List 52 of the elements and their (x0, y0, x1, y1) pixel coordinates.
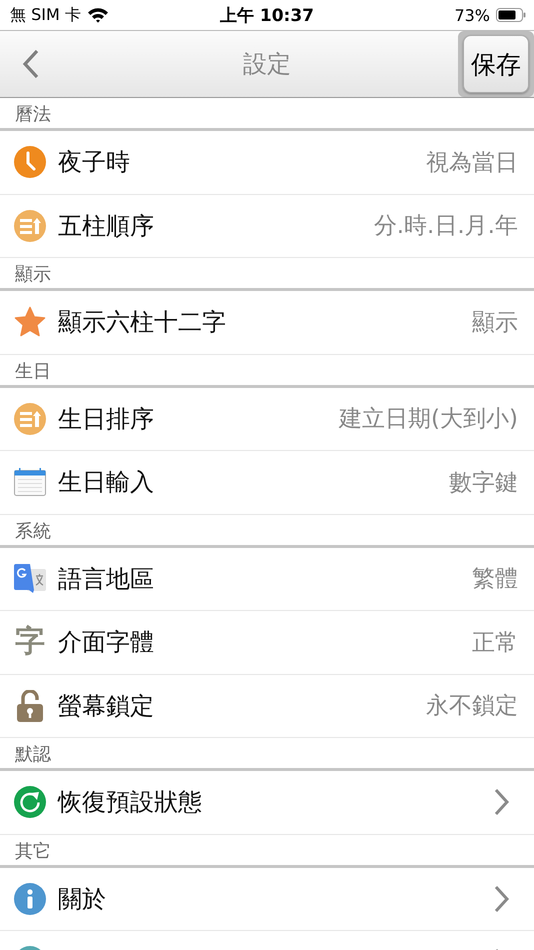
row-label: 生日排序 (58, 404, 154, 435)
row-value: 顯示 (472, 308, 518, 338)
save-button[interactable]: 保存 (463, 35, 529, 93)
row-value: 永不鎖定 (426, 692, 518, 722)
settings-row[interactable]: 關於 (0, 868, 534, 931)
row-value: 建立日期(大到小) (339, 405, 518, 434)
wifi-icon (86, 7, 109, 23)
row-value: 繁體 (472, 565, 518, 594)
row-label: 介面字體 (58, 627, 154, 658)
settings-row[interactable]: 生日輸入 數字鍵 (0, 451, 534, 514)
settings-row[interactable]: 五柱順序 分.時.日.月.年 (0, 194, 534, 258)
calendar-icon (14, 468, 46, 496)
section-header: 曆法 (15, 103, 51, 126)
row-label: 關於 (58, 884, 106, 915)
section-header: 顯示 (15, 263, 51, 286)
translate-icon (14, 564, 46, 594)
settings-row[interactable]: 字 介面字體 正常 (0, 611, 534, 674)
settings-row[interactable]: 夜子時 視為當日 (0, 131, 534, 194)
settings-row[interactable]: 語言地區 繁體 (0, 548, 534, 611)
section-header: 默認 (15, 743, 51, 766)
settings-row[interactable]: 顯示六柱十二字 顯示 (0, 291, 534, 354)
settings-row[interactable]: 恢復預設狀態 (0, 771, 534, 834)
section-header: 系統 (15, 520, 51, 542)
row-value: 數字鍵 (449, 468, 518, 498)
row-label: 五柱順序 (58, 210, 154, 242)
row-value: 視為當日 (426, 148, 518, 178)
star-icon (14, 306, 46, 338)
clock-icon (14, 146, 46, 178)
list-icon (14, 402, 46, 435)
battery-percent: 73% (454, 6, 490, 24)
row-label: 夜子時 (58, 147, 130, 178)
row-label: 顯示六柱十二字 (58, 307, 226, 338)
clock-time: 上午 10:37 (220, 4, 314, 26)
settings-row[interactable]: 螢幕鎖定 永不鎖定 (0, 674, 534, 738)
refresh-icon (14, 786, 46, 818)
character-icon: 字 (15, 627, 45, 658)
info-icon (14, 882, 46, 915)
battery-icon (496, 8, 526, 22)
back-icon[interactable] (22, 49, 40, 79)
row-value: 正常 (472, 628, 518, 658)
unlocked-lock-icon (16, 690, 44, 722)
section-header: 其它 (15, 840, 51, 862)
settings-row[interactable]: 生日排序 建立日期(大到小) (0, 388, 534, 451)
row-label: 螢幕鎖定 (58, 690, 154, 722)
list-icon (14, 210, 46, 242)
row-label: 恢復預設狀態 (58, 787, 202, 818)
screen-title: 設定 (243, 49, 291, 80)
row-label: 語言地區 (58, 564, 154, 595)
section-header: 生日 (15, 360, 51, 382)
row-label: 生日輸入 (58, 467, 154, 498)
carrier-text: 無 SIM 卡 (10, 4, 81, 26)
row-value: 分.時.日.月.年 (374, 212, 518, 242)
